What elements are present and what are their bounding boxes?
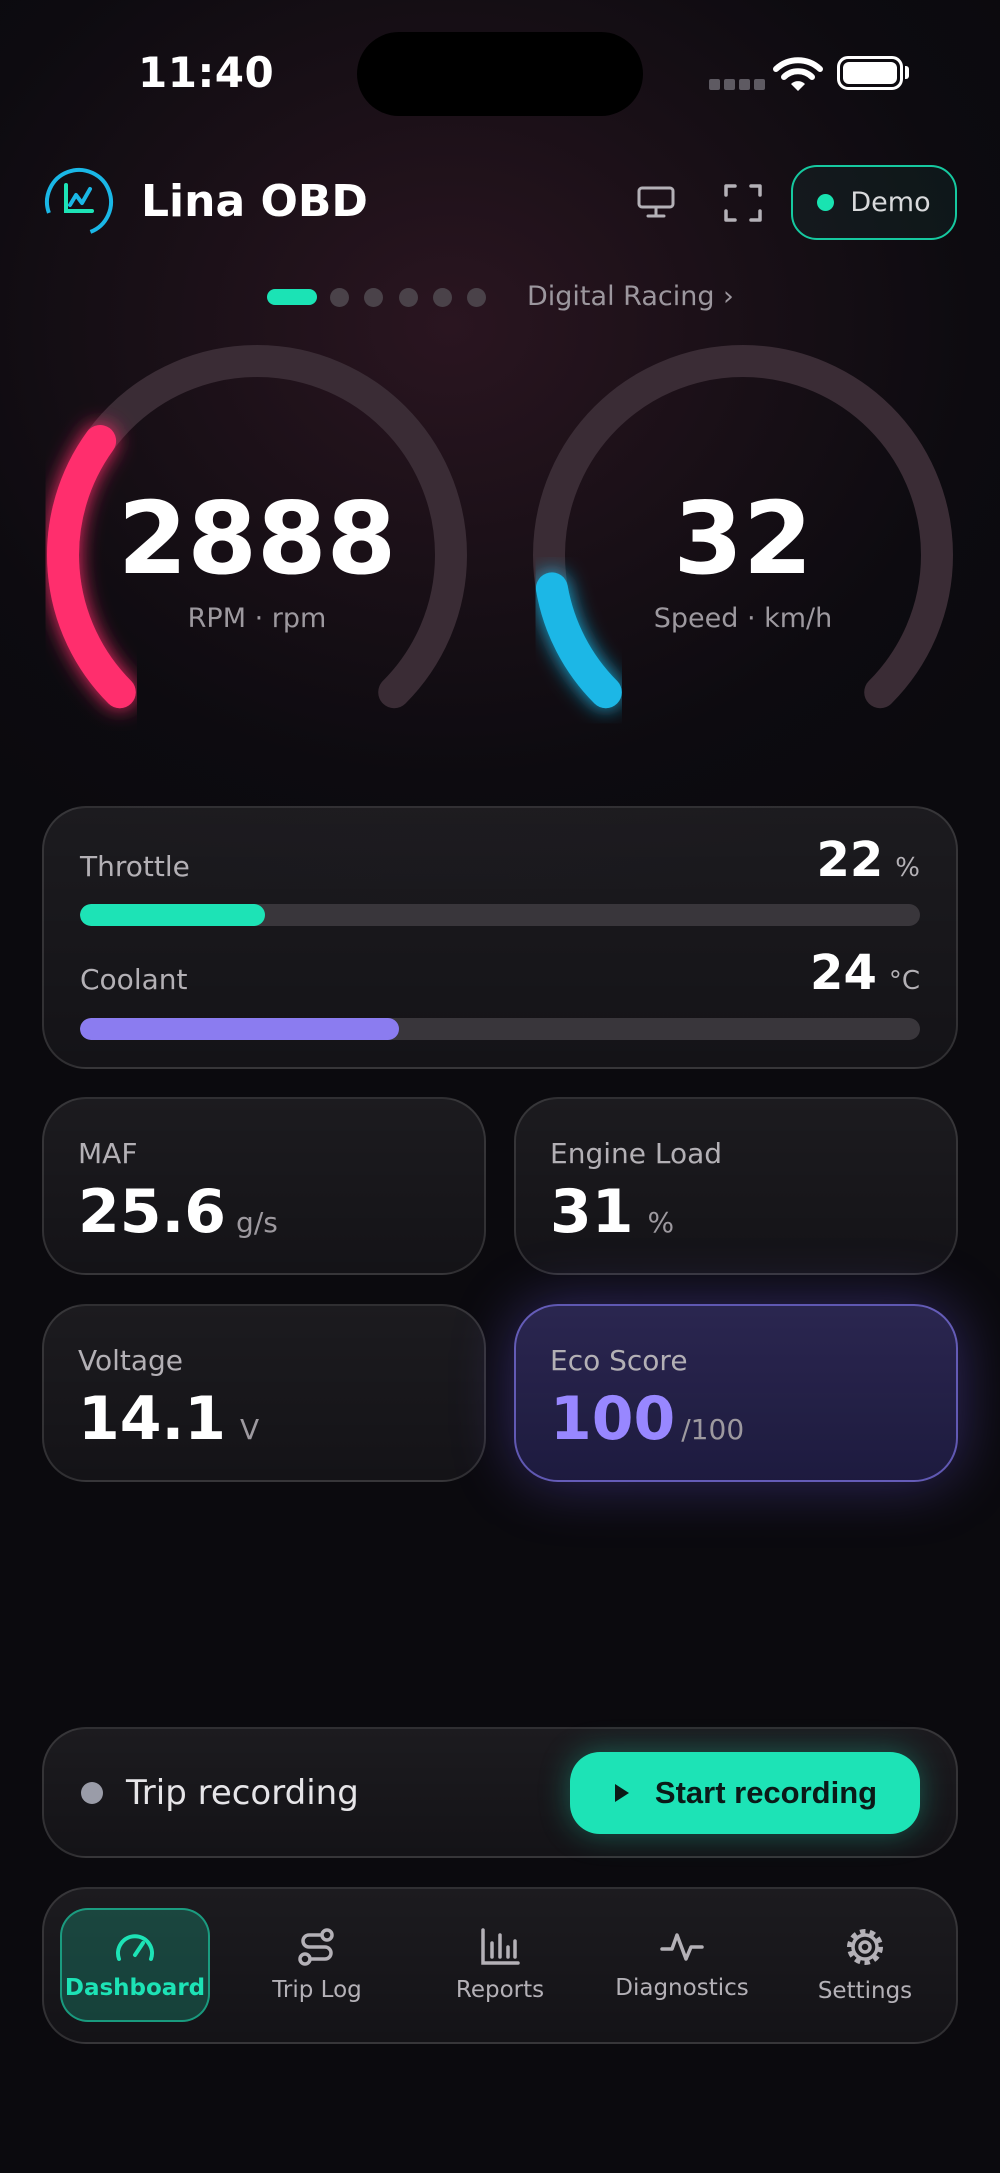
pager-dot[interactable] xyxy=(467,288,486,307)
demo-status-dot-icon xyxy=(817,194,835,211)
battery-icon xyxy=(837,56,903,90)
pager-dot[interactable] xyxy=(364,288,383,307)
bar-chart-icon xyxy=(481,1928,520,1965)
nav-trip-log-label: Trip Log xyxy=(272,1977,362,2003)
pager-dot[interactable] xyxy=(330,288,349,307)
dynamic-island xyxy=(357,32,643,116)
engine-load-unit: % xyxy=(647,1206,675,1239)
nav-reports[interactable]: Reports xyxy=(425,1908,575,2022)
maf-value: 25.6 xyxy=(78,1177,227,1247)
coolant-value: 24 xyxy=(810,945,877,1001)
eco-score-readout: 100 /100 xyxy=(550,1384,744,1454)
nav-settings[interactable]: Settings xyxy=(790,1908,940,2022)
nav-diagnostics-label: Diagnostics xyxy=(615,1975,749,2001)
voltage-card: Voltage 14.1 V xyxy=(42,1304,486,1482)
gear-icon xyxy=(847,1929,883,1965)
route-icon xyxy=(298,1928,334,1966)
throttle-label: Throttle xyxy=(80,850,190,883)
app-logo-icon xyxy=(45,168,113,236)
nav-diagnostics[interactable]: Diagnostics xyxy=(607,1908,757,2022)
status-time: 11:40 xyxy=(138,48,275,97)
app-title: Lina OBD xyxy=(141,176,368,227)
speed-label: Speed · km/h xyxy=(653,603,833,634)
pager-dot[interactable] xyxy=(399,288,418,307)
pager-dot[interactable] xyxy=(433,288,452,307)
rpm-label: RPM · rpm xyxy=(187,603,327,634)
signal-dot-icon xyxy=(709,79,720,90)
engine-load-readout: 31 % xyxy=(550,1177,674,1247)
voltage-label: Voltage xyxy=(78,1344,184,1377)
signal-dot-icon xyxy=(754,79,765,90)
engine-load-label: Engine Load xyxy=(550,1137,723,1170)
signal-dot-icon xyxy=(724,79,735,90)
engine-load-value: 31 xyxy=(550,1177,634,1247)
throttle-unit: % xyxy=(895,853,920,883)
fullscreen-icon[interactable] xyxy=(722,182,764,224)
engine-load-card: Engine Load 31 % xyxy=(514,1097,958,1275)
trip-recording-label: Trip recording xyxy=(126,1773,359,1813)
voltage-unit: V xyxy=(240,1413,260,1446)
coolant-unit: °C xyxy=(888,966,920,996)
coolant-bar-fill xyxy=(80,1018,400,1040)
coolant-readout: 24 °C xyxy=(810,945,920,1001)
eco-score-value: 100 xyxy=(550,1384,676,1454)
throttle-value: 22 xyxy=(816,832,884,888)
nav-reports-label: Reports xyxy=(455,1977,545,2003)
speed-value: 32 xyxy=(673,480,813,597)
maf-readout: 25.6 g/s xyxy=(78,1177,278,1247)
battery-tip xyxy=(905,66,909,79)
nav-trip-log[interactable]: Trip Log xyxy=(242,1908,392,2022)
coolant-label: Coolant xyxy=(80,963,188,996)
eco-score-unit: /100 xyxy=(681,1413,745,1446)
throttle-bar-fill xyxy=(80,904,265,926)
nav-dashboard[interactable]: Dashboard xyxy=(60,1908,210,2022)
maf-card: MAF 25.6 g/s xyxy=(42,1097,486,1275)
maf-label: MAF xyxy=(78,1137,138,1170)
demo-mode-button[interactable]: Demo xyxy=(791,165,957,240)
signal-dot-icon xyxy=(739,79,750,90)
layout-name-link[interactable]: Digital Racing › xyxy=(527,281,734,312)
wifi-icon xyxy=(773,57,823,91)
maf-unit: g/s xyxy=(236,1206,278,1239)
speedometer-icon xyxy=(116,1934,154,1961)
rpm-value: 2888 xyxy=(117,480,397,597)
nav-dashboard-label: Dashboard xyxy=(64,1975,206,2001)
eco-score-label: Eco Score xyxy=(550,1344,688,1377)
start-recording-label: Start recording xyxy=(654,1775,878,1810)
voltage-readout: 14.1 V xyxy=(78,1384,259,1454)
throttle-bar xyxy=(80,904,920,926)
throttle-readout: 22 % xyxy=(816,832,920,888)
eco-score-card: Eco Score 100 /100 xyxy=(514,1304,958,1482)
voltage-value: 14.1 xyxy=(78,1384,227,1454)
display-mode-icon[interactable] xyxy=(636,184,676,220)
coolant-bar xyxy=(80,1018,920,1040)
nav-settings-label: Settings xyxy=(817,1978,913,2004)
start-recording-button[interactable]: Start recording xyxy=(570,1752,920,1834)
play-icon xyxy=(614,1784,629,1802)
pager-dot-active[interactable] xyxy=(267,289,317,305)
recording-status-dot-icon xyxy=(81,1782,103,1804)
pulse-icon xyxy=(660,1933,704,1961)
demo-label: Demo xyxy=(850,187,931,218)
